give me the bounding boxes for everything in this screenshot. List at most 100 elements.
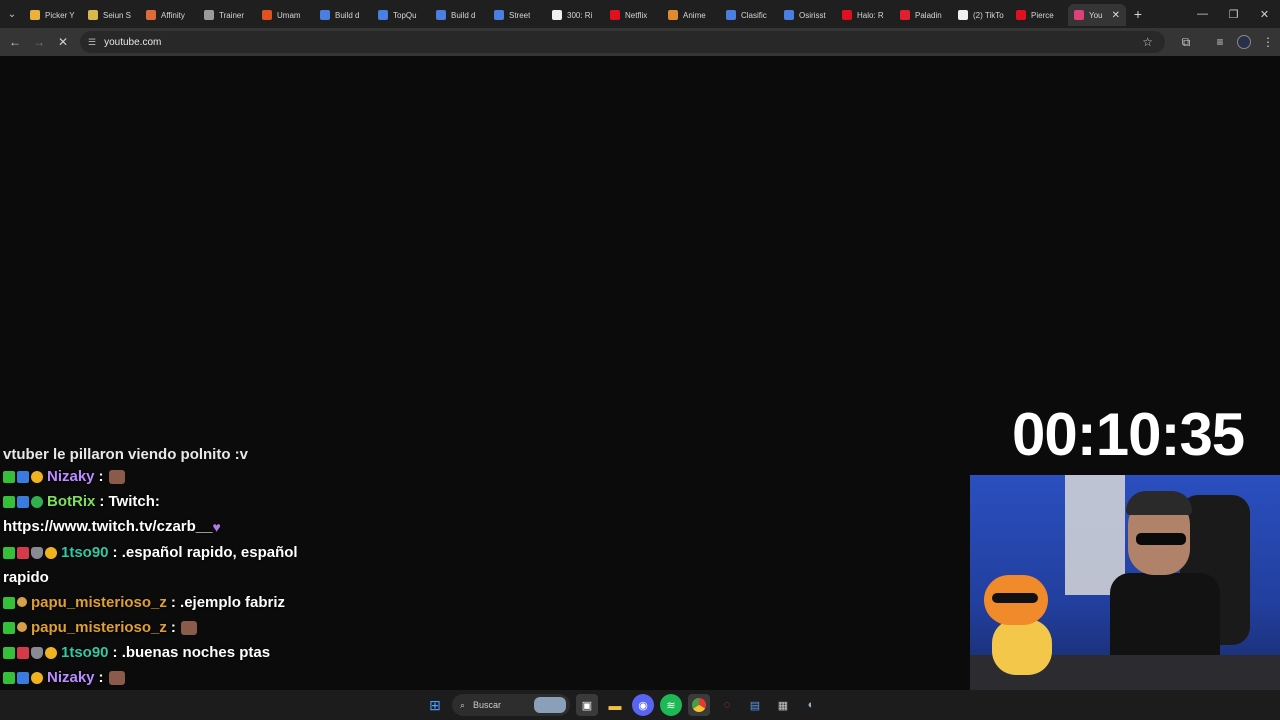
browser-tab[interactable]: Paladin xyxy=(894,4,952,26)
browser-tab[interactable]: Clasific xyxy=(720,4,778,26)
tab-title: (2) TikTo xyxy=(973,10,1004,20)
browser-tab[interactable]: Build d xyxy=(314,4,372,26)
browser-tab-strip: ⌄ Picker Y Seiun S Affinity Trainer Umam Buil… xyxy=(0,0,1280,28)
notepad-icon[interactable]: ▤ xyxy=(744,694,766,716)
tab-list: Picker Y Seiun S Affinity Trainer Umam Build … xyxy=(24,0,1126,28)
close-window-icon[interactable]: ✕ xyxy=(1249,0,1280,28)
new-tab-button[interactable]: + xyxy=(1126,2,1150,26)
tab-favicon-icon xyxy=(436,10,446,20)
app-icon[interactable]: ◌ xyxy=(716,694,738,716)
chat-badges-icon xyxy=(3,596,27,609)
chat-text: : xyxy=(98,468,104,485)
discord-icon[interactable]: ◉ xyxy=(632,694,654,716)
browser-tab[interactable]: Osirisst xyxy=(778,4,836,26)
chat-emote-icon xyxy=(180,620,197,635)
tab-title: Anime xyxy=(683,10,706,20)
browser-tab[interactable]: Halo: R xyxy=(836,4,894,26)
browser-tab[interactable]: Umam xyxy=(256,4,314,26)
tab-title: TopQu xyxy=(393,10,417,20)
tab-favicon-icon xyxy=(668,10,678,20)
screen: ⌄ Picker Y Seiun S Affinity Trainer Umam Buil… xyxy=(0,0,1280,720)
chat-text: : .ejemplo fabriz xyxy=(170,593,286,611)
address-bar[interactable]: ☰ youtube.com ☆ xyxy=(80,31,1165,53)
spotify-icon[interactable]: ≋ xyxy=(660,694,682,716)
chat-message: 1tso90: .español rapido, español xyxy=(0,540,340,565)
tab-favicon-icon xyxy=(320,10,330,20)
chat-text[interactable]: https://www.twitch.tv/czarb__ xyxy=(3,518,212,535)
media-controls-icon[interactable]: ≡ xyxy=(1208,30,1232,54)
menu-dots-icon[interactable]: ⋮ xyxy=(1256,30,1280,54)
browser-tab[interactable]: Trainer xyxy=(198,4,256,26)
steam-icon[interactable]: ◐ xyxy=(800,694,822,716)
chat-badges-icon xyxy=(3,646,57,659)
chat-overlay: vtuber le pillaron viendo polnito :v Niz… xyxy=(0,446,340,690)
chat-text: rapido xyxy=(3,568,49,586)
tab-favicon-icon xyxy=(784,10,794,20)
browser-tab[interactable]: Picker Y xyxy=(24,4,82,26)
tab-favicon-icon xyxy=(958,10,968,20)
tab-favicon-icon xyxy=(1074,10,1084,20)
chat-emote-icon xyxy=(108,470,125,485)
chat-text: : .buenas noches ptas xyxy=(112,643,271,661)
stop-loading-icon[interactable]: ✕ xyxy=(51,30,75,54)
tab-favicon-icon xyxy=(378,10,388,20)
tab-favicon-icon xyxy=(204,10,214,20)
extensions-icon[interactable]: ⧉ xyxy=(1174,30,1198,54)
restore-icon[interactable]: ❐ xyxy=(1218,0,1249,28)
toolbar-actions: ⧉ ≡ ⋮ xyxy=(1174,28,1280,56)
profile-avatar[interactable] xyxy=(1232,30,1256,54)
tab-favicon-icon xyxy=(146,10,156,20)
browser-tab[interactable]: Build d xyxy=(430,4,488,26)
taskbar-search[interactable]: ⌕ Buscar xyxy=(452,694,570,716)
tab-favicon-icon xyxy=(30,10,40,20)
chat-text: : xyxy=(98,668,104,686)
chat-badges-icon xyxy=(3,471,43,484)
tab-title: Build d xyxy=(451,10,476,20)
browser-tab[interactable]: Street xyxy=(488,4,546,26)
site-info-icon[interactable]: ☰ xyxy=(88,37,96,48)
tab-title: Build d xyxy=(335,10,360,20)
browser-tab[interactable]: TopQu xyxy=(372,4,430,26)
chat-username: papu_misterioso_z xyxy=(31,618,167,636)
bookmark-star-icon[interactable]: ☆ xyxy=(1142,35,1153,49)
tab-title: Paladin xyxy=(915,10,942,20)
browser-tab[interactable]: (2) TikTo xyxy=(952,4,1010,26)
tab-favicon-icon xyxy=(88,10,98,20)
browser-tab[interactable]: Pierce xyxy=(1010,4,1068,26)
tab-search-chevron-icon[interactable]: ⌄ xyxy=(0,0,24,28)
task-view-icon[interactable]: ▣ xyxy=(576,694,598,716)
chat-message: 1tso90: .buenas noches ptas xyxy=(0,640,340,665)
tab-title: Halo: R xyxy=(857,10,884,20)
tab-close-icon[interactable]: ✕ xyxy=(1112,10,1120,21)
tab-favicon-icon xyxy=(900,10,910,20)
browser-tab[interactable]: 300: Ri xyxy=(546,4,604,26)
chat-message: papu_misterioso_z: xyxy=(0,615,340,640)
address-url[interactable]: youtube.com xyxy=(104,37,161,48)
browser-tab[interactable]: Affinity xyxy=(140,4,198,26)
browser-tab[interactable]: Netflix xyxy=(604,4,662,26)
taskbar-search-label: Buscar xyxy=(473,700,502,710)
chat-badges-icon xyxy=(3,621,27,634)
browser-tab[interactable]: Anime xyxy=(662,4,720,26)
forward-arrow-icon[interactable]: → xyxy=(27,30,51,54)
browser-tab[interactable]: You ✕ xyxy=(1068,4,1126,26)
tab-favicon-icon xyxy=(726,10,736,20)
calculator-icon[interactable]: ▦ xyxy=(772,694,794,716)
file-explorer-icon[interactable]: ▬ xyxy=(604,694,626,716)
chat-badges-icon xyxy=(3,671,43,684)
chat-cutoff-line: vtuber le pillaron viendo polnito :v xyxy=(3,446,249,463)
chat-message: Nizaky: xyxy=(0,665,340,690)
chat-username: Nizaky xyxy=(47,468,95,485)
minimize-icon[interactable]: — xyxy=(1187,0,1218,28)
chrome-icon[interactable] xyxy=(688,694,710,716)
back-arrow-icon[interactable]: ← xyxy=(3,30,27,54)
chat-message: BotRix: Twitch: xyxy=(0,489,340,514)
search-icon: ⌕ xyxy=(460,699,466,710)
tab-favicon-icon xyxy=(1016,10,1026,20)
tab-favicon-icon xyxy=(610,10,620,20)
window-controls: — ❐ ✕ xyxy=(1187,0,1280,28)
tab-favicon-icon xyxy=(262,10,272,20)
tab-title: Trainer xyxy=(219,10,245,20)
start-windows-icon[interactable]: ⊞ xyxy=(424,694,446,716)
browser-tab[interactable]: Seiun S xyxy=(82,4,140,26)
